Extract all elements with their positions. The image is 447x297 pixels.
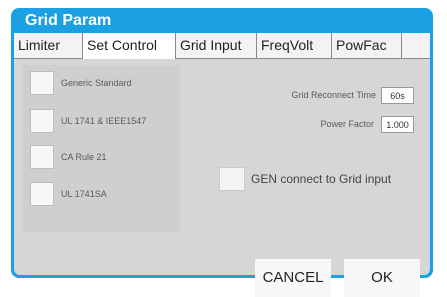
gen-connect-label: GEN connect to Grid input bbox=[251, 172, 392, 186]
tab-set-control[interactable]: Set Control bbox=[83, 33, 176, 59]
tab-limiter[interactable]: Limiter bbox=[14, 33, 83, 58]
standard-ca-rule21-label: CA Rule 21 bbox=[61, 152, 107, 162]
power-factor-label: Power Factor bbox=[320, 119, 374, 129]
standard-ul1741-ieee1547-label: UL 1741 & IEEE1547 bbox=[61, 116, 147, 126]
ok-button[interactable]: OK bbox=[344, 259, 420, 297]
standard-ca-rule21-option[interactable]: CA Rule 21 bbox=[30, 145, 180, 173]
cancel-button[interactable]: CANCEL bbox=[255, 259, 331, 297]
standard-ul1741-ieee1547-checkbox[interactable] bbox=[30, 109, 54, 133]
grid-param-dialog: Grid Param Limiter Set Control Grid Inpu… bbox=[11, 8, 433, 297]
dialog-title: Grid Param bbox=[25, 12, 112, 29]
standard-ul1741-ieee1547-option[interactable]: UL 1741 & IEEE1547 bbox=[30, 109, 180, 137]
tab-powfac[interactable]: PowFac bbox=[332, 33, 402, 58]
standard-generic-checkbox[interactable] bbox=[30, 71, 54, 95]
standard-ca-rule21-checkbox[interactable] bbox=[30, 145, 54, 169]
grid-reconnect-time-label: Grid Reconnect Time bbox=[291, 90, 376, 100]
standard-generic-option[interactable]: Generic Standard bbox=[30, 71, 180, 99]
grid-reconnect-time-input[interactable] bbox=[381, 87, 414, 104]
standard-ul1741sa-option[interactable]: UL 1741SA bbox=[30, 182, 180, 210]
tab-bar: Limiter Set Control Grid Input FreqVolt … bbox=[14, 33, 430, 59]
dialog-body: Limiter Set Control Grid Input FreqVolt … bbox=[14, 33, 430, 297]
standard-ul1741sa-checkbox[interactable] bbox=[30, 182, 54, 206]
tab-grid-input[interactable]: Grid Input bbox=[176, 33, 257, 58]
power-factor-input[interactable] bbox=[381, 116, 414, 133]
standards-panel: Generic Standard UL 1741 & IEEE1547 CA R… bbox=[22, 65, 180, 232]
standard-ul1741sa-label: UL 1741SA bbox=[61, 189, 107, 199]
gen-connect-checkbox[interactable] bbox=[219, 167, 245, 191]
tab-freqvolt[interactable]: FreqVolt bbox=[257, 33, 332, 58]
standard-generic-label: Generic Standard bbox=[61, 78, 132, 88]
